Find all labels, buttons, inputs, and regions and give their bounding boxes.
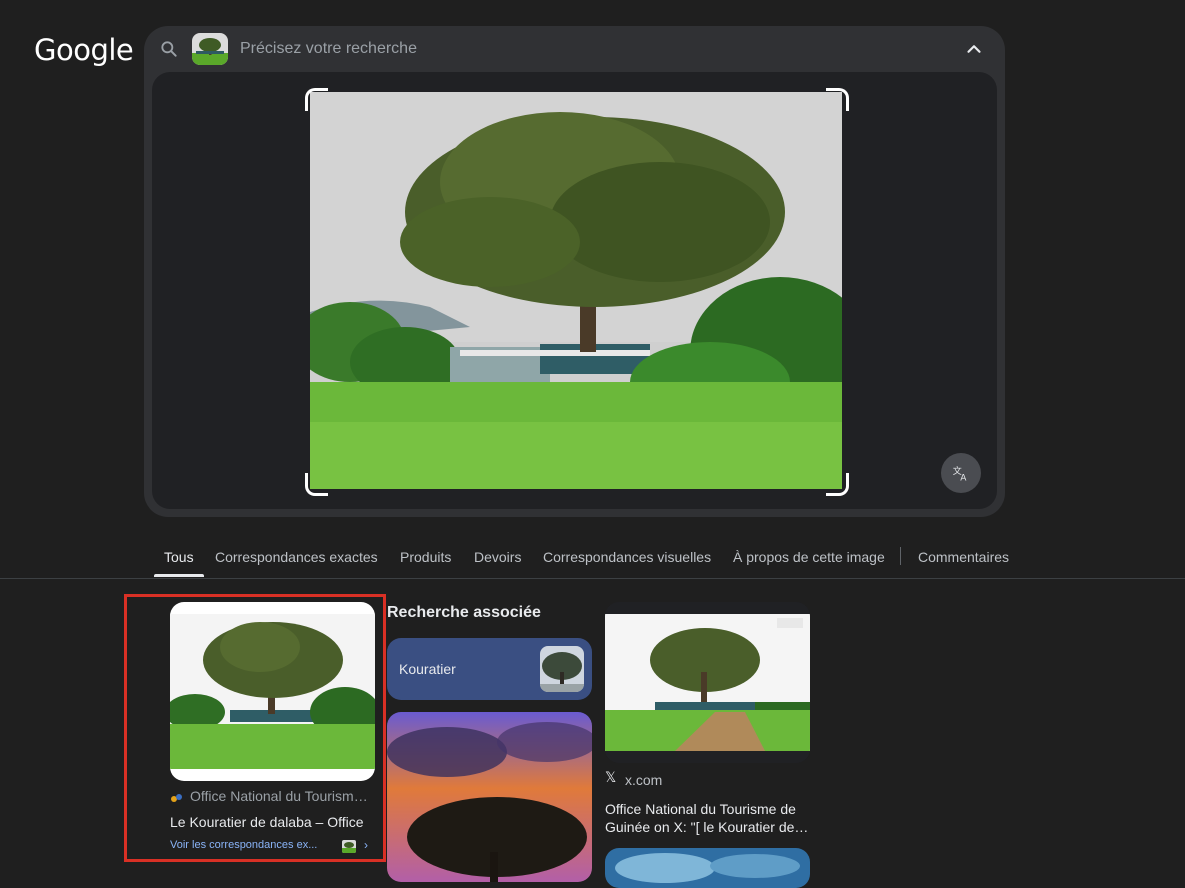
related-search-chip[interactable]: Kouratier bbox=[387, 638, 592, 700]
result-image-partial[interactable] bbox=[605, 848, 810, 888]
search-input[interactable]: Précisez votre recherche bbox=[240, 40, 417, 58]
crop-corner-top-right[interactable] bbox=[826, 88, 849, 111]
search-bar[interactable]: Précisez votre recherche bbox=[144, 26, 1005, 72]
search-icon[interactable] bbox=[159, 39, 179, 59]
chevron-up-icon[interactable] bbox=[963, 38, 985, 60]
tab-produits[interactable]: Produits bbox=[400, 549, 451, 565]
search-panel: Précisez votre recherche 文 A bbox=[144, 26, 1005, 517]
related-search-thumbnail bbox=[540, 646, 584, 692]
image-preview-area: 文 A bbox=[152, 72, 997, 509]
crop-corner-top-left[interactable] bbox=[305, 88, 328, 111]
tab-correspondances-exactes[interactable]: Correspondances exactes bbox=[215, 549, 378, 565]
query-image[interactable] bbox=[310, 92, 842, 489]
result-source[interactable]: x.com bbox=[625, 772, 662, 788]
tab-commentaires[interactable]: Commentaires bbox=[918, 549, 1009, 565]
result-title[interactable]: Office National du Tourisme de Guinée on… bbox=[605, 800, 810, 836]
google-logo[interactable]: Google bbox=[34, 33, 134, 67]
result-card[interactable]: 𝕏 x.com Office National du Tourisme de G… bbox=[605, 602, 810, 836]
query-image-thumbnail[interactable] bbox=[192, 33, 228, 65]
result-title[interactable]: Le Kouratier de dalaba – Office bbox=[170, 814, 375, 830]
result-card[interactable]: Office National du Tourisme de Guinée Le… bbox=[170, 602, 375, 858]
crop-corner-bottom-left[interactable] bbox=[305, 473, 328, 496]
translate-icon: 文 A bbox=[953, 465, 968, 483]
tab-separator bbox=[900, 547, 901, 565]
tab-tous[interactable]: Tous bbox=[164, 549, 194, 565]
source-favicon bbox=[171, 794, 182, 802]
tab-correspondances-visuelles[interactable]: Correspondances visuelles bbox=[543, 549, 711, 565]
x-logo-icon: 𝕏 bbox=[605, 770, 617, 786]
crop-corner-bottom-right[interactable] bbox=[826, 473, 849, 496]
result-image[interactable] bbox=[170, 602, 375, 781]
see-exact-matches-link[interactable]: Voir les correspondances ex... › bbox=[170, 836, 375, 858]
related-search-heading: Recherche associée bbox=[387, 604, 541, 621]
result-image[interactable] bbox=[605, 602, 810, 763]
related-search-label[interactable]: Kouratier bbox=[399, 661, 456, 677]
chevron-right-icon[interactable]: › bbox=[364, 838, 368, 852]
tab-devoirs[interactable]: Devoirs bbox=[474, 549, 521, 565]
result-source[interactable]: Office National du Tourisme de Guinée bbox=[190, 788, 375, 804]
active-tab-indicator bbox=[154, 574, 204, 577]
tab-a-propos[interactable]: À propos de cette image bbox=[733, 549, 885, 565]
svg-text:A: A bbox=[960, 474, 967, 483]
see-exact-matches-label[interactable]: Voir les correspondances ex... bbox=[170, 839, 317, 851]
tab-bar: Tous Correspondances exactes Produits De… bbox=[0, 540, 1185, 579]
match-thumbnail bbox=[342, 840, 356, 853]
related-image-sunset-tree[interactable] bbox=[387, 712, 592, 882]
translate-button[interactable]: 文 A bbox=[941, 453, 981, 493]
